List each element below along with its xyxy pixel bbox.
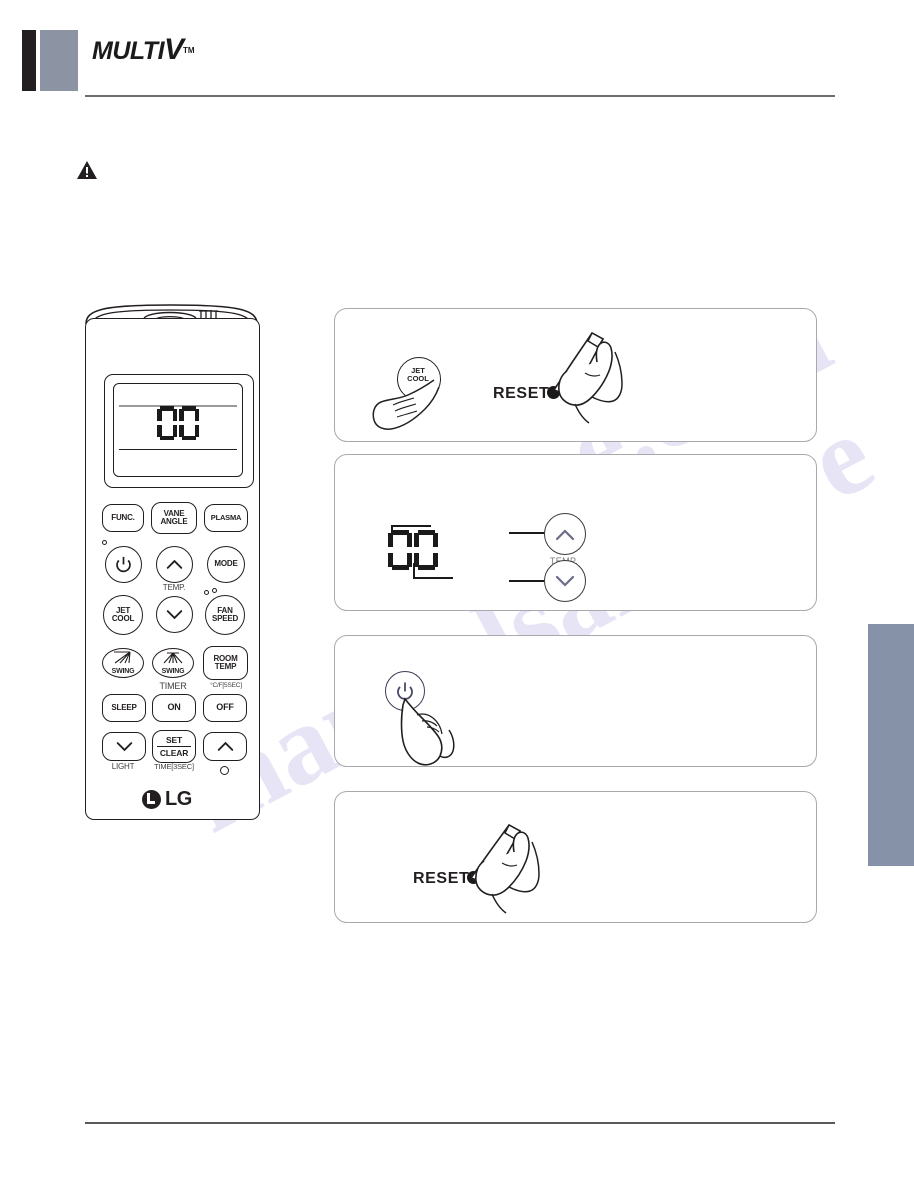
set-label: SET — [166, 734, 182, 745]
celsius-fahrenheit-sublabel: °C/F[5SEC] — [210, 682, 242, 689]
page-side-tab — [868, 624, 914, 866]
panel-temp-up-button — [544, 513, 586, 555]
manual-page: manualsarchive e.com MULTIVTM — [0, 0, 914, 1191]
remote-control-illustration: FUNC. VANE ANGLE PLASMA MODE TEMP. JET C… — [80, 300, 265, 825]
button-label: VANE ANGLE — [160, 508, 188, 526]
logo-text: MULTI — [92, 37, 165, 65]
chevron-down-icon — [555, 575, 575, 587]
lg-logo: LG — [142, 787, 204, 811]
header-rule — [85, 95, 835, 97]
remote-button-timer-off[interactable]: OFF — [203, 694, 247, 722]
remote-lcd-screen — [113, 383, 243, 477]
remote-button-sleep[interactable]: SLEEP — [102, 694, 146, 722]
seven-segment-digit — [179, 406, 199, 440]
chevron-down-icon — [166, 610, 183, 620]
footer-rule — [85, 1122, 835, 1125]
swing-vertical-icon — [114, 651, 131, 664]
logo-v: V — [164, 33, 184, 66]
remote-button-power[interactable] — [105, 546, 142, 583]
button-label: ON — [167, 702, 181, 713]
lg-circle-icon — [142, 789, 161, 809]
instruction-panel-temp-adjust: TEMP. — [334, 454, 817, 611]
remote-button-plasma[interactable]: PLASMA — [204, 504, 248, 532]
remote-button-up[interactable] — [203, 732, 247, 761]
power-indicator-dot — [102, 540, 107, 545]
button-label: SLEEP — [111, 702, 137, 712]
panel-reset-label: RESET — [493, 385, 550, 402]
button-label: MODE — [214, 559, 238, 569]
button-label: SWING — [111, 667, 135, 675]
lcd-value-00 — [114, 406, 242, 440]
remote-button-mode[interactable]: MODE — [207, 546, 245, 583]
leader-line-down-horizontal — [413, 577, 453, 580]
light-sublabel: LIGHT — [111, 762, 135, 771]
remote-button-timer-on[interactable]: ON — [152, 694, 196, 722]
header-gray-bar — [40, 30, 78, 91]
seven-segment-digit — [414, 530, 438, 570]
remote-button-jet-cool[interactable]: JET COOL — [103, 595, 143, 635]
multi-v-logo: MULTIVTM — [92, 33, 195, 67]
button-label: PLASMA — [210, 513, 242, 523]
button-label: SWING — [161, 667, 185, 675]
logo-tm: TM — [183, 46, 195, 55]
button-label: FAN SPEED — [211, 605, 239, 623]
hand-with-pen-icon — [552, 331, 623, 424]
timer-sublabel: TIMER — [159, 681, 187, 691]
panel-temp-down-button — [544, 560, 586, 602]
hand-with-pen-icon — [469, 823, 540, 914]
set-clear-divider — [157, 745, 191, 748]
pointing-hand-icon — [400, 697, 455, 766]
temp-sublabel: TEMP. — [162, 583, 186, 592]
remote-lcd-bezel — [104, 374, 254, 488]
button-label: FUNC. — [111, 512, 135, 522]
instruction-panel-reset: RESET — [334, 791, 817, 923]
remote-button-light-down[interactable] — [102, 732, 146, 761]
panel-reset-label: RESET — [413, 870, 470, 887]
remote-button-temp-up[interactable] — [156, 546, 193, 583]
button-label: ROOM TEMP — [213, 653, 238, 671]
swing-horizontal-icon — [163, 652, 183, 664]
remote-button-temp-down[interactable] — [156, 596, 193, 633]
lg-wordmark: LG — [165, 787, 192, 810]
lcd-divider-bottom — [119, 449, 237, 451]
instruction-panel-jetcool-reset: JET COOL RESET — [334, 308, 817, 442]
time-3sec-sublabel: TIME[3SEC] — [154, 762, 194, 771]
clear-label: CLEAR — [159, 747, 189, 758]
leader-line-up-horizontal — [391, 525, 431, 528]
remote-button-fan-speed[interactable]: FAN SPEED — [205, 595, 245, 635]
fan-indicator-dot-1 — [204, 590, 209, 595]
chevron-up-icon — [166, 559, 183, 569]
reset-hole-icon[interactable] — [220, 766, 229, 775]
header-dark-bar — [22, 30, 36, 91]
warning-triangle-icon — [77, 161, 97, 179]
button-label: OFF — [216, 702, 234, 713]
remote-button-vane-angle[interactable]: VANE ANGLE — [151, 502, 197, 534]
remote-button-room-temp[interactable]: ROOM TEMP — [203, 646, 248, 680]
pointing-hand-icon — [372, 379, 440, 430]
button-label: JET COOL — [111, 605, 135, 623]
remote-button-func[interactable]: FUNC. — [102, 504, 144, 532]
fan-indicator-dot-2 — [212, 588, 217, 593]
remote-button-set-clear[interactable]: SET CLEAR — [152, 730, 196, 763]
instruction-panel-power — [334, 635, 817, 767]
remote-body: FUNC. VANE ANGLE PLASMA MODE TEMP. JET C… — [85, 318, 260, 820]
chevron-up-icon — [555, 529, 575, 541]
chevron-up-icon — [217, 741, 233, 751]
chevron-down-icon — [116, 742, 132, 752]
power-icon — [116, 556, 131, 573]
seven-segment-digit — [157, 406, 177, 440]
